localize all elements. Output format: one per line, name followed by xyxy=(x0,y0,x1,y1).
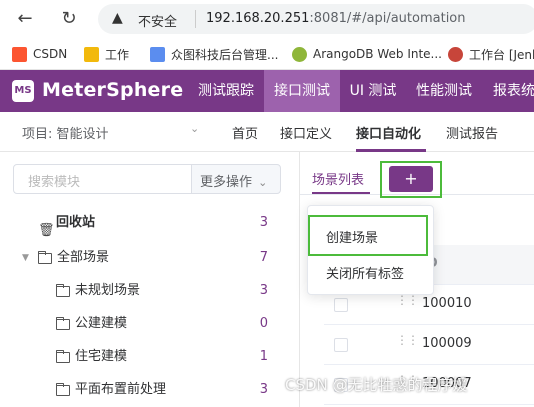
folder-icon xyxy=(56,317,70,330)
tree-label: 公建建模 xyxy=(75,316,128,331)
warning-icon: ▲ xyxy=(112,10,123,26)
back-arrow-icon[interactable]: ← xyxy=(14,8,36,30)
more-operations-button[interactable]: 更多操作 ⌄ xyxy=(191,164,281,194)
tree-label: 住宅建模 xyxy=(75,349,128,364)
bookmarks-bar: CSDN 工作 众图科技后台管理... ArangoDB Web Inte...… xyxy=(0,38,534,70)
url-text: 192.168.20.251:8081/#/api/automation xyxy=(206,11,466,26)
nav-performance-test[interactable]: 性能测试 xyxy=(406,70,482,112)
folder-icon xyxy=(56,284,70,297)
drag-handle-icon[interactable]: ⋮⋮ xyxy=(396,334,419,346)
metersphere-logo-icon: MS xyxy=(12,80,34,102)
bookmark-label: ArangoDB Web Inte... xyxy=(313,47,442,61)
tree-count: 3 xyxy=(259,283,268,298)
watermark: CSDN @无比牲惑的程序媛 xyxy=(285,376,468,394)
app-logo-text: MeterSphere xyxy=(42,79,184,101)
tree-label: 全部场景 xyxy=(57,250,110,265)
tree-count: 1 xyxy=(259,349,268,364)
row-checkbox[interactable] xyxy=(334,338,348,352)
url-path: :8081/#/api/automation xyxy=(309,11,466,26)
folder-icon xyxy=(84,46,99,62)
app-header: MS MeterSphere 测试跟踪 接口测试 UI 测试 性能测试 报表统 xyxy=(0,70,534,112)
table-row[interactable]: ⋮⋮ 100009 xyxy=(324,325,534,365)
site-icon xyxy=(150,46,165,62)
folder-icon xyxy=(56,350,70,363)
folder-icon xyxy=(56,383,70,396)
menu-item-close-all-tabs[interactable]: 关闭所有标签 xyxy=(308,258,435,292)
row-checkbox[interactable] xyxy=(334,298,348,312)
subnav-home[interactable]: 首页 xyxy=(232,123,258,142)
sub-header: 项目: 智能设计 ⌄ 首页 接口定义 接口自动化 测试报告 xyxy=(0,112,534,152)
browser-toolbar: ← ↻ ▲ 不安全 192.168.20.251:8081/#/api/auto… xyxy=(0,0,534,38)
tree-count: 3 xyxy=(259,382,268,397)
bookmark-jenkins[interactable]: 工作台 [Jenk xyxy=(448,45,534,63)
search-module-input[interactable]: 搜索模块 xyxy=(13,164,192,194)
row-id: 100010 xyxy=(422,296,472,311)
divider xyxy=(195,10,196,28)
bookmark-label: CSDN xyxy=(33,47,68,61)
nav-ui-test[interactable]: UI 测试 xyxy=(342,70,404,112)
tree-label: 未规划场景 xyxy=(75,283,141,298)
tree-label: 回收站 xyxy=(56,215,96,230)
tree-count: 3 xyxy=(259,215,268,230)
reload-icon[interactable]: ↻ xyxy=(58,8,80,30)
nav-test-tracking[interactable]: 测试跟踪 xyxy=(190,70,262,112)
recycle-bin-node[interactable]: 🗑 回收站 3 xyxy=(0,208,290,238)
subnav-api-automation[interactable]: 接口自动化 xyxy=(356,123,421,142)
caret-down-icon[interactable]: ▼ xyxy=(22,243,29,273)
tree-node[interactable]: 住宅建模 1 xyxy=(0,342,290,372)
more-operations-label: 更多操作 xyxy=(200,175,253,190)
jenkins-icon xyxy=(448,46,463,62)
all-scenes-node[interactable]: ▼ 全部场景 7 xyxy=(0,243,290,273)
subnav-test-report[interactable]: 测试报告 xyxy=(446,123,498,142)
folder-icon xyxy=(38,251,52,264)
arangodb-icon xyxy=(292,46,307,62)
active-tab-indicator xyxy=(356,149,426,152)
bookmark-label: 工作台 [Jenk xyxy=(469,47,534,62)
tab-scene-list[interactable]: 场景列表 xyxy=(312,169,364,188)
security-label: 不安全 xyxy=(138,15,178,30)
tree-node[interactable]: 公建建模 0 xyxy=(0,309,290,339)
bookmark-zhongtu[interactable]: 众图科技后台管理... xyxy=(150,45,278,63)
bookmark-arangodb[interactable]: ArangoDB Web Inte... xyxy=(292,45,442,63)
row-id: 100009 xyxy=(422,336,472,351)
tree-count: 0 xyxy=(259,316,268,331)
tree-node[interactable]: 未规划场景 3 xyxy=(0,276,290,306)
tree-label: 平面布置前处理 xyxy=(75,382,167,397)
csdn-icon xyxy=(12,46,27,62)
chevron-down-icon[interactable]: ⌄ xyxy=(190,122,199,135)
url-host: 192.168.20.251 xyxy=(206,11,310,26)
tree-count: 7 xyxy=(259,250,268,265)
subnav-api-definition[interactable]: 接口定义 xyxy=(280,123,332,142)
nav-api-test[interactable]: 接口测试 xyxy=(264,70,340,112)
add-tab-button[interactable]: + xyxy=(389,166,433,192)
module-tree-panel: 搜索模块 更多操作 ⌄ 🗑 回收站 3 ▼ 全部场景 7 未规划场景 3 公建建… xyxy=(0,152,300,407)
project-selector[interactable]: 项目: 智能设计 xyxy=(22,123,109,142)
bookmark-label: 众图科技后台管理... xyxy=(171,47,279,62)
bookmark-csdn[interactable]: CSDN xyxy=(12,45,67,63)
address-bar[interactable]: ▲ 不安全 192.168.20.251:8081/#/api/automati… xyxy=(98,4,534,34)
bookmark-work-folder[interactable]: 工作 xyxy=(84,45,129,63)
nav-report[interactable]: 报表统 xyxy=(484,70,534,112)
tree-node[interactable]: 平面布置前处理 3 xyxy=(0,375,290,405)
chevron-down-icon: ⌄ xyxy=(258,176,268,189)
drag-handle-icon[interactable]: ⋮⋮ xyxy=(396,294,419,306)
trash-icon: 🗑 xyxy=(38,223,55,238)
highlight-box xyxy=(308,215,428,256)
bookmark-label: 工作 xyxy=(105,47,130,62)
